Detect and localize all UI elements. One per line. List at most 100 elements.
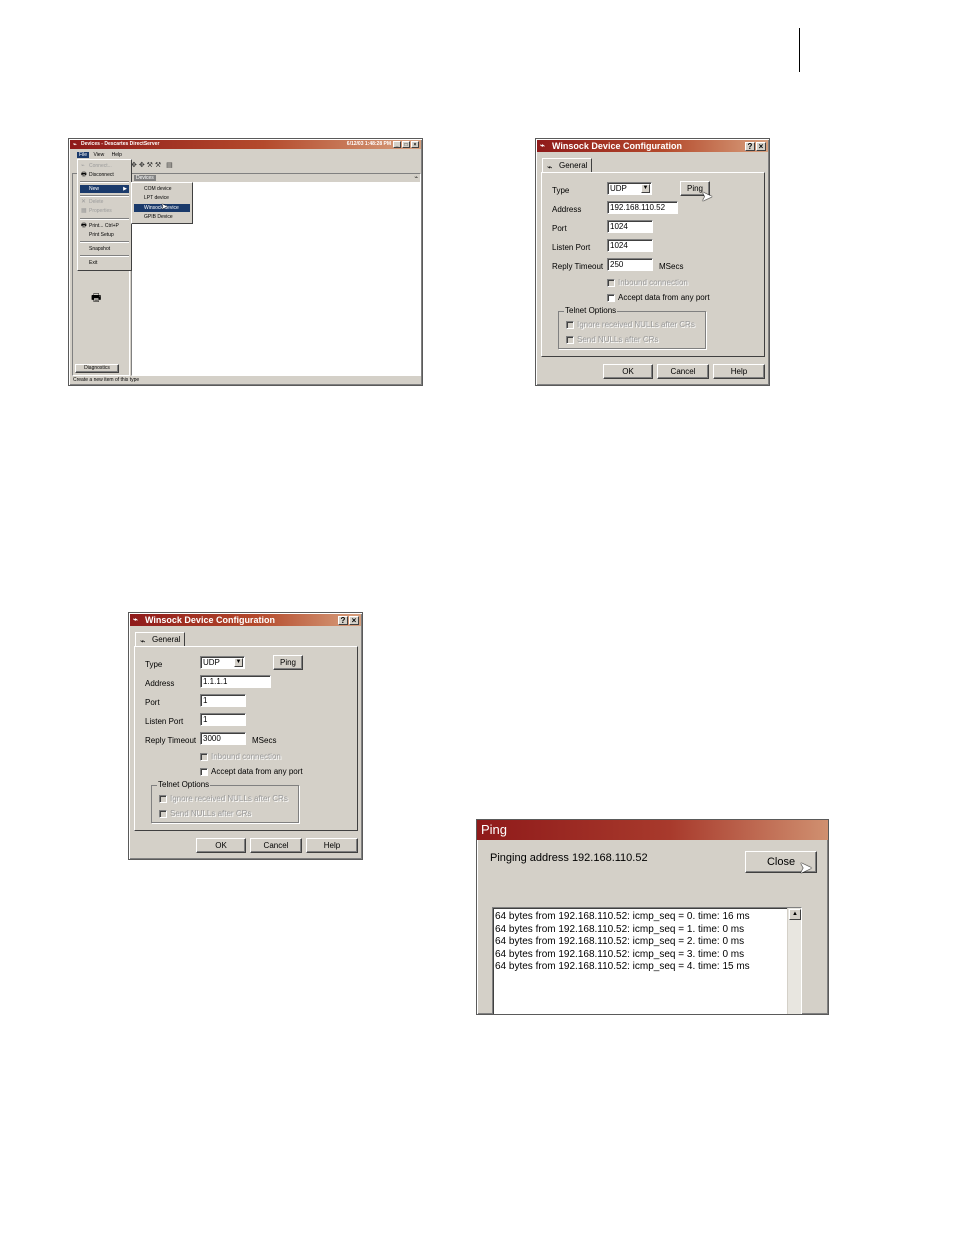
inbound-label: Inbound connection (618, 278, 688, 287)
winsock-config-dialog: ⌁ Winsock Device Configuration ? × ⌁ Gen… (535, 138, 770, 386)
mouse-cursor: ➤ (701, 188, 713, 204)
devices-title: Devices - Descartes DirectServer (81, 141, 160, 147)
menu-separator (80, 181, 129, 183)
menu-item-print[interactable]: 🖶 Print... Ctrl+P (80, 222, 129, 230)
chevron-down-icon[interactable]: ▼ (641, 184, 650, 193)
telnet-options-group: Telnet Options Ignore received NULLs aft… (151, 780, 299, 823)
ping-line: 64 bytes from 192.168.110.52: icmp_seq =… (495, 936, 745, 948)
config-title: Winsock Device Configuration (145, 615, 275, 625)
config-title: Winsock Device Configuration (552, 141, 682, 151)
app-icon: ⌁ (133, 615, 138, 624)
type-select[interactable]: UDP ▼ (607, 182, 652, 195)
port-label: Port (552, 224, 567, 233)
close-button[interactable]: × (756, 142, 766, 151)
ping-line: 64 bytes from 192.168.110.52: icmp_seq =… (495, 948, 745, 960)
menu-item-properties[interactable]: ▦ Properties (80, 207, 129, 215)
tab-general[interactable]: ⌁ General (542, 158, 592, 173)
diagnostics-button[interactable]: Diagnostics (75, 364, 119, 373)
chevron-down-icon[interactable]: ▼ (234, 658, 243, 667)
ignore-nulls-checkbox[interactable] (159, 795, 167, 803)
devices-window: ⌁ Devices - Descartes DirectServer 6/12/… (68, 138, 423, 386)
toolbar-arrow-icon[interactable]: ✥ (139, 162, 145, 169)
type-label: Type (145, 660, 163, 669)
menu-item-disconnect[interactable]: 🖶 Disconnect (80, 171, 129, 179)
listen-port-label: Listen Port (145, 717, 184, 726)
help-button[interactable]: Help (713, 364, 765, 379)
delete-icon: ✕ (81, 199, 87, 205)
reply-timeout-input[interactable]: 250 (607, 258, 653, 271)
menu-item-connect[interactable]: ⌁ Connect... (80, 162, 129, 170)
ignore-nulls-label: Ignore received NULLs after CRs (577, 320, 695, 329)
address-input[interactable]: 1.1.1.1 (200, 675, 271, 688)
content-header-label: Devices (134, 175, 156, 181)
minimize-button[interactable]: _ (393, 141, 401, 148)
inbound-checkbox[interactable] (200, 753, 208, 761)
listen-port-label: Listen Port (552, 243, 591, 252)
telnet-options-title: Telnet Options (157, 780, 211, 789)
scroll-up-icon[interactable]: ▲ (789, 909, 801, 920)
menu-item-snapshot[interactable]: Snapshot (80, 245, 129, 253)
network-icon: ⌁ (414, 175, 418, 181)
mouse-cursor: ➤ (799, 860, 813, 877)
port-input[interactable]: 1 (200, 694, 246, 707)
ignore-nulls-checkbox[interactable] (566, 321, 574, 329)
cancel-button[interactable]: Cancel (657, 364, 709, 379)
submenu-item-gpib[interactable]: GPIB Device (134, 213, 190, 221)
ok-button[interactable]: OK (603, 364, 653, 379)
type-select[interactable]: UDP ▼ (200, 656, 245, 669)
device-icon[interactable]: 🖶 (91, 292, 103, 304)
submenu-arrow-icon: ▶ (123, 186, 127, 192)
maximize-button[interactable]: □ (402, 141, 410, 148)
accept-any-port-checkbox[interactable] (607, 294, 615, 302)
ignore-nulls-label: Ignore received NULLs after CRs (170, 794, 288, 803)
ping-line: 64 bytes from 192.168.110.52: icmp_seq =… (495, 911, 750, 922)
accept-any-port-checkbox[interactable] (200, 768, 208, 776)
devices-datetime: 6/12/03 1:48:28 PM (346, 141, 391, 147)
menu-separator (80, 195, 129, 197)
listen-port-input[interactable]: 1024 (607, 239, 653, 252)
scrollbar[interactable]: ▲ ▼ (787, 908, 801, 1014)
disconnect-icon: 🖶 (81, 172, 87, 178)
port-input[interactable]: 1024 (607, 220, 653, 233)
ping-output[interactable]: 64 bytes from 192.168.110.52: icmp_seq =… (492, 907, 802, 1014)
toolbar-list-icon[interactable]: ▤ (166, 162, 173, 169)
menu-help[interactable]: Help (109, 152, 125, 158)
help-title-button[interactable]: ? (338, 616, 348, 625)
telnet-options-group: Telnet Options Ignore received NULLs aft… (558, 306, 706, 349)
properties-icon: ▦ (81, 208, 87, 214)
msecs-label: MSecs (252, 736, 277, 745)
reply-timeout-input[interactable]: 3000 (200, 732, 246, 745)
msecs-label: MSecs (659, 262, 684, 271)
close-button[interactable]: × (349, 616, 359, 625)
submenu-item-lpt[interactable]: LPT device (134, 194, 190, 202)
menu-file[interactable]: File (77, 152, 90, 158)
menu-item-print-setup[interactable]: Print Setup (80, 231, 129, 239)
submenu-item-com[interactable]: COM device (134, 185, 190, 193)
toolbar: ✥ ✥ ⚒ ⚒ ▤ (131, 161, 173, 171)
menu-view[interactable]: View (90, 152, 107, 158)
address-input[interactable]: 192.168.110.52 (607, 201, 678, 214)
tab-general[interactable]: ⌁ General (135, 632, 185, 647)
send-nulls-checkbox[interactable] (159, 810, 167, 818)
toolbar-tool-icon[interactable]: ⚒ (155, 162, 161, 169)
menu-item-exit[interactable]: Exit (80, 259, 129, 267)
inbound-label: Inbound connection (211, 752, 281, 761)
inbound-checkbox[interactable] (607, 279, 615, 287)
send-nulls-checkbox[interactable] (566, 336, 574, 344)
app-icon: ⌁ (73, 142, 77, 148)
menu-item-delete[interactable]: ✕ Delete (80, 198, 129, 206)
help-button[interactable]: Help (306, 838, 358, 853)
menu-item-new[interactable]: New ▶ (80, 185, 129, 193)
toolbar-tool-icon[interactable]: ⚒ (147, 162, 153, 169)
listen-port-input[interactable]: 1 (200, 713, 246, 726)
help-title-button[interactable]: ? (745, 142, 755, 151)
close-button[interactable]: × (411, 141, 419, 148)
ping-button[interactable]: Ping (273, 655, 303, 670)
status-bar: Create a new item of this type (73, 377, 140, 383)
menu-separator (80, 255, 129, 257)
cancel-button[interactable]: Cancel (250, 838, 302, 853)
ping-line: 64 bytes from 192.168.110.52: icmp_seq =… (495, 923, 745, 935)
content-header: Devices ⌁ (132, 174, 420, 182)
config-titlebar: ⌁ Winsock Device Configuration ? × (537, 140, 768, 152)
ok-button[interactable]: OK (196, 838, 246, 853)
